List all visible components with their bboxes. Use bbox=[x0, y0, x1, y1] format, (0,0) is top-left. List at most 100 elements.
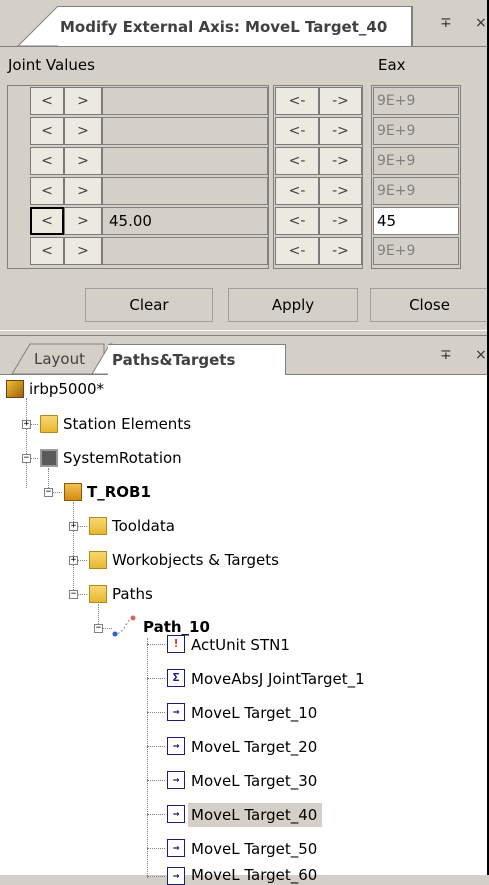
node-label: SystemRotation bbox=[63, 449, 182, 467]
tab-paths-targets-label: Paths&Targets bbox=[112, 351, 236, 369]
modify-tabstrip: Modify External Axis: MoveL Target_40 ∓ … bbox=[0, 0, 489, 47]
decrease-button[interactable]: < bbox=[30, 237, 64, 265]
folder-icon bbox=[40, 415, 58, 433]
eax-value-field[interactable]: 45 bbox=[373, 207, 459, 235]
task-icon bbox=[64, 483, 82, 501]
collapse-toggle[interactable]: − bbox=[69, 590, 78, 599]
tree-line bbox=[147, 876, 165, 877]
decrease-button[interactable]: < bbox=[30, 177, 64, 205]
tab-paths-targets[interactable]: Paths&Targets bbox=[108, 344, 286, 375]
expand-toggle[interactable]: + bbox=[22, 420, 31, 429]
increase-button[interactable]: > bbox=[64, 117, 102, 145]
tree-line bbox=[147, 638, 148, 878]
collapse-toggle[interactable]: − bbox=[94, 624, 103, 633]
node-label: irbp5000* bbox=[29, 380, 105, 398]
increase-button[interactable]: > bbox=[64, 87, 102, 115]
workobject-icon bbox=[89, 551, 107, 569]
step-right-button[interactable]: -> bbox=[319, 87, 362, 115]
eax-label: Eax bbox=[378, 56, 406, 74]
close-button[interactable]: Close bbox=[370, 288, 489, 322]
tree-line bbox=[147, 644, 165, 645]
decrease-button[interactable]: < bbox=[30, 147, 64, 175]
tree-node-station-elements[interactable]: Station Elements bbox=[60, 415, 194, 433]
eax-value-field[interactable]: 9E+9 bbox=[373, 177, 459, 205]
movel-icon: → bbox=[167, 771, 185, 789]
tree-line bbox=[73, 502, 74, 598]
step-right-button[interactable]: -> bbox=[319, 237, 362, 265]
joint-values-label: Joint Values bbox=[8, 56, 95, 74]
joint-value-field[interactable]: 45.00 bbox=[102, 207, 268, 235]
eax-value-field[interactable]: 9E+9 bbox=[373, 147, 459, 175]
increase-button[interactable]: > bbox=[64, 177, 102, 205]
pin-icon[interactable]: ∓ bbox=[440, 346, 452, 364]
tree-node-paths[interactable]: Paths bbox=[109, 585, 156, 603]
eax-value-field[interactable]: 9E+9 bbox=[373, 237, 459, 265]
eax-value-field[interactable]: 9E+9 bbox=[373, 117, 459, 145]
apply-button[interactable]: Apply bbox=[228, 288, 358, 322]
step-left-button[interactable]: <- bbox=[275, 87, 319, 115]
tree-line bbox=[147, 780, 165, 781]
controller-icon bbox=[40, 449, 58, 467]
joint-value-field[interactable] bbox=[102, 177, 268, 205]
decrease-button[interactable]: < bbox=[30, 87, 64, 115]
tree-node-instruction[interactable]: MoveAbsJ JointTarget_1 bbox=[188, 669, 368, 689]
step-right-button[interactable]: -> bbox=[319, 147, 362, 175]
step-right-button[interactable]: -> bbox=[319, 117, 362, 145]
tree-node-instruction[interactable]: MoveL Target_60 bbox=[188, 865, 320, 885]
tab-layout[interactable]: Layout bbox=[34, 350, 85, 368]
movel-icon: → bbox=[167, 867, 185, 885]
node-label: Paths bbox=[112, 585, 153, 603]
step-left-button[interactable]: <- bbox=[275, 207, 319, 235]
step-right-button[interactable]: -> bbox=[319, 177, 362, 205]
collapse-toggle[interactable]: − bbox=[22, 454, 31, 463]
close-icon[interactable]: × bbox=[475, 346, 487, 364]
decrease-button[interactable]: < bbox=[30, 207, 64, 235]
joint-value-field[interactable] bbox=[102, 87, 268, 115]
pin-icon[interactable]: ∓ bbox=[440, 14, 452, 32]
eax-value-field[interactable]: 9E+9 bbox=[373, 87, 459, 115]
step-left-button[interactable]: <- bbox=[275, 117, 319, 145]
step-left-button[interactable]: <- bbox=[275, 147, 319, 175]
tree-node-workobjects[interactable]: Workobjects & Targets bbox=[109, 551, 282, 569]
node-label: MoveAbsJ JointTarget_1 bbox=[191, 670, 365, 688]
node-label: MoveL Target_30 bbox=[191, 772, 318, 790]
node-label: MoveL Target_10 bbox=[191, 704, 318, 722]
joint-value-field[interactable] bbox=[102, 147, 268, 175]
tree-node-task[interactable]: T_ROB1 bbox=[84, 483, 154, 501]
tree-node-instruction[interactable]: MoveL Target_20 bbox=[188, 737, 320, 757]
tree-node-instruction[interactable]: ActUnit STN1 bbox=[188, 635, 293, 655]
collapse-toggle[interactable]: − bbox=[44, 488, 53, 497]
tree-node-tooldata[interactable]: Tooldata bbox=[109, 517, 178, 535]
tree-line bbox=[147, 678, 165, 679]
expand-toggle[interactable]: + bbox=[69, 556, 78, 565]
close-icon[interactable]: × bbox=[475, 14, 487, 32]
joint-value-field[interactable] bbox=[102, 117, 268, 145]
node-label: Tooldata bbox=[112, 517, 175, 535]
paths-targets-panel: Layout Paths&Targets ∓ × irbp5000* + Sta… bbox=[0, 336, 489, 885]
joint-value-field[interactable] bbox=[102, 237, 268, 265]
increase-button[interactable]: > bbox=[64, 237, 102, 265]
increase-button[interactable]: > bbox=[64, 207, 102, 235]
step-right-button[interactable]: -> bbox=[319, 207, 362, 235]
movel-icon: → bbox=[167, 839, 185, 857]
step-left-button[interactable]: <- bbox=[275, 237, 319, 265]
node-label: MoveL Target_40 bbox=[191, 806, 318, 824]
tree-node-root[interactable]: irbp5000* bbox=[26, 380, 107, 398]
step-left-button[interactable]: <- bbox=[275, 177, 319, 205]
tab-modify-external-axis[interactable]: Modify External Axis: MoveL Target_40 bbox=[58, 6, 412, 46]
node-label: Path_10 bbox=[143, 618, 210, 636]
increase-button[interactable]: > bbox=[64, 147, 102, 175]
tree-node-instruction[interactable]: MoveL Target_50 bbox=[188, 839, 320, 859]
tree-node-instruction-selected[interactable]: MoveL Target_40 bbox=[188, 803, 323, 827]
expand-toggle[interactable]: + bbox=[69, 522, 78, 531]
tree-node-instruction[interactable]: MoveL Target_30 bbox=[188, 771, 320, 791]
tree-node-instruction[interactable]: MoveL Target_10 bbox=[188, 703, 320, 723]
paths-folder-icon bbox=[89, 585, 107, 603]
decrease-button[interactable]: < bbox=[30, 117, 64, 145]
modify-external-axis-panel: Modify External Axis: MoveL Target_40 ∓ … bbox=[0, 0, 489, 330]
clear-button[interactable]: Clear bbox=[85, 288, 213, 322]
tooldata-icon bbox=[89, 517, 107, 535]
tree-node-path[interactable]: Path_10 bbox=[140, 618, 213, 636]
tree-node-system[interactable]: SystemRotation bbox=[60, 449, 185, 467]
actunit-icon: ! bbox=[167, 635, 185, 653]
